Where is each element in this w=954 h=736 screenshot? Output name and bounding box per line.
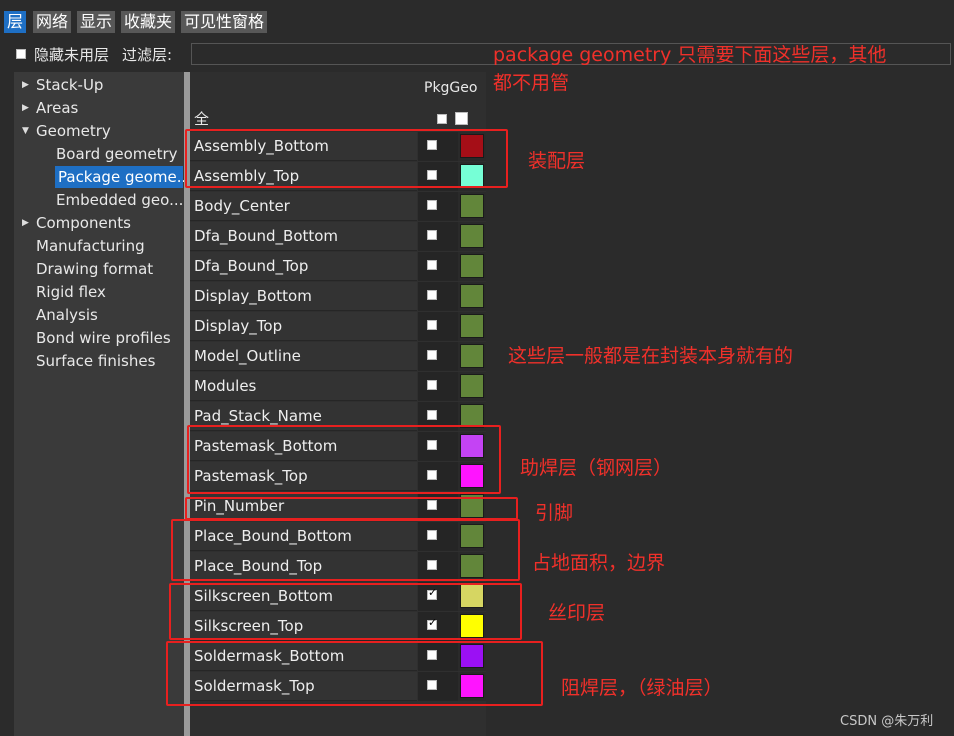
annotation-silkscreen: 丝印层 [548,602,606,624]
visibility-cell [418,222,458,251]
layer-name: Display_Top [194,317,283,335]
tab-visibility-pane[interactable]: 可见性窗格 [181,11,268,33]
layer-name-cell: Body_Center [190,192,417,221]
tree-item-geometry[interactable]: Geometry [36,120,111,142]
tree-item-rigid-flex[interactable]: Rigid flex [36,281,106,303]
annotation-soldermask: 阻焊层，（绿油层） [561,677,723,699]
column-header-pkggeo: PkgGeo [424,80,478,96]
color-cell [458,372,486,401]
layer-name-cell: Display_Top [190,312,417,341]
layer-name: Modules [194,377,257,395]
annotation-box-silkscreen [169,583,522,640]
layer-color-swatch[interactable] [460,314,484,338]
tree-item-manufacturing[interactable]: Manufacturing [36,235,145,257]
tab-display[interactable]: 显示 [77,11,116,33]
layer-row[interactable]: Body_Center [190,192,486,222]
layer-visibility-checkbox[interactable] [427,380,437,390]
layer-color-swatch[interactable] [460,344,484,368]
all-color-swatch[interactable] [455,112,468,125]
layer-color-swatch[interactable] [460,254,484,278]
tab-favorites[interactable]: 收藏夹 [121,11,176,33]
visibility-cell [418,372,458,401]
tree-item-components[interactable]: Components [36,212,131,234]
visibility-cell [418,192,458,221]
annotation-box-assembly [185,129,508,188]
color-cell [458,222,486,251]
layer-color-swatch[interactable] [460,374,484,398]
layer-color-swatch[interactable] [460,224,484,248]
hide-unused-checkbox[interactable] [16,49,26,59]
expand-arrow-icon[interactable]: ▶ [22,80,29,90]
layer-visibility-checkbox[interactable] [427,350,437,360]
layer-visibility-checkbox[interactable] [427,230,437,240]
visibility-cell [418,312,458,341]
tree-item-analysis[interactable]: Analysis [36,304,98,326]
visibility-cell [418,282,458,311]
layer-name: Dfa_Bound_Bottom [194,227,339,245]
tab-layers[interactable]: 层 [4,11,27,33]
hide-unused-label: 隐藏未用层 [34,46,110,64]
annotation-top-note-line1: package geometry 只需要下面这些层，其他 [493,44,887,66]
tree-item-embedded-geometry[interactable]: Embedded geo... [56,189,183,211]
layer-row[interactable]: Model_Outline [190,342,486,372]
filter-label: 过滤层: [122,46,173,64]
tree-item-board-geometry[interactable]: Board geometry [56,143,178,165]
annotation-box-soldermask [166,641,543,706]
visibility-cell [418,252,458,281]
all-visibility-checkbox[interactable] [437,114,447,124]
tab-bar: 层 网络 显示 收藏夹 可见性窗格 [0,0,954,36]
annotation-box-pastemask [187,425,501,494]
color-cell [458,342,486,371]
visibility-cell [418,342,458,371]
layer-name-cell: Dfa_Bound_Top [190,252,417,281]
category-tree: ▶ Stack-Up ▶ Areas ▼ Geometry Board geom… [14,72,191,736]
layer-row[interactable]: Dfa_Bound_Bottom [190,222,486,252]
annotation-place-bound: 占地面积，边界 [532,552,666,574]
layer-color-swatch[interactable] [460,284,484,308]
tree-item-surface-finishes[interactable]: Surface finishes [36,350,155,372]
tree-item-bond-wire-profiles[interactable]: Bond wire profiles [36,327,171,349]
layer-name-cell: Dfa_Bound_Bottom [190,222,417,251]
layer-name-cell: Display_Bottom [190,282,417,311]
tab-nets[interactable]: 网络 [33,11,72,33]
layer-row[interactable]: Display_Top [190,312,486,342]
all-label: 全 [194,110,210,128]
tree-item-drawing-format[interactable]: Drawing format [36,258,153,280]
layer-visibility-checkbox[interactable] [427,260,437,270]
layer-visibility-checkbox[interactable] [427,290,437,300]
layer-name: Display_Bottom [194,287,312,305]
annotation-common-layers: 这些层一般都是在封装本身就有的 [508,345,794,367]
annotation-pastemask: 助焊层（钢网层） [520,457,673,479]
layer-name-cell: Modules [190,372,417,401]
layer-color-swatch[interactable] [460,194,484,218]
annotation-box-place-bound [171,519,520,581]
layer-row[interactable]: Dfa_Bound_Top [190,252,486,282]
expand-arrow-icon[interactable]: ▶ [22,218,29,228]
layer-visibility-checkbox[interactable] [427,410,437,420]
layer-visibility-checkbox[interactable] [427,200,437,210]
layer-row[interactable]: Modules [190,372,486,402]
color-cell [458,282,486,311]
expand-arrow-icon[interactable]: ▶ [22,103,29,113]
annotation-assembly: 装配层 [528,150,586,172]
color-cell [458,252,486,281]
layer-name: Model_Outline [194,347,301,365]
annotation-pin: 引脚 [535,502,574,524]
layer-name: Dfa_Bound_Top [194,257,309,275]
layer-name: Pad_Stack_Name [194,407,322,425]
layer-visibility-checkbox[interactable] [427,320,437,330]
layer-row[interactable]: Display_Bottom [190,282,486,312]
layer-name: Body_Center [194,197,290,215]
watermark: CSDN @朱万利 [840,714,934,729]
annotation-top-note-line2: 都不用管 [493,72,570,94]
tree-item-package-geometry[interactable]: Package geome... [55,166,191,188]
collapse-arrow-icon[interactable]: ▼ [22,126,29,136]
layer-name-cell: Model_Outline [190,342,417,371]
annotation-box-pin [185,497,518,520]
color-cell [458,192,486,221]
tree-item-stack-up[interactable]: Stack-Up [36,74,103,96]
tree-item-areas[interactable]: Areas [36,97,78,119]
color-cell [458,312,486,341]
